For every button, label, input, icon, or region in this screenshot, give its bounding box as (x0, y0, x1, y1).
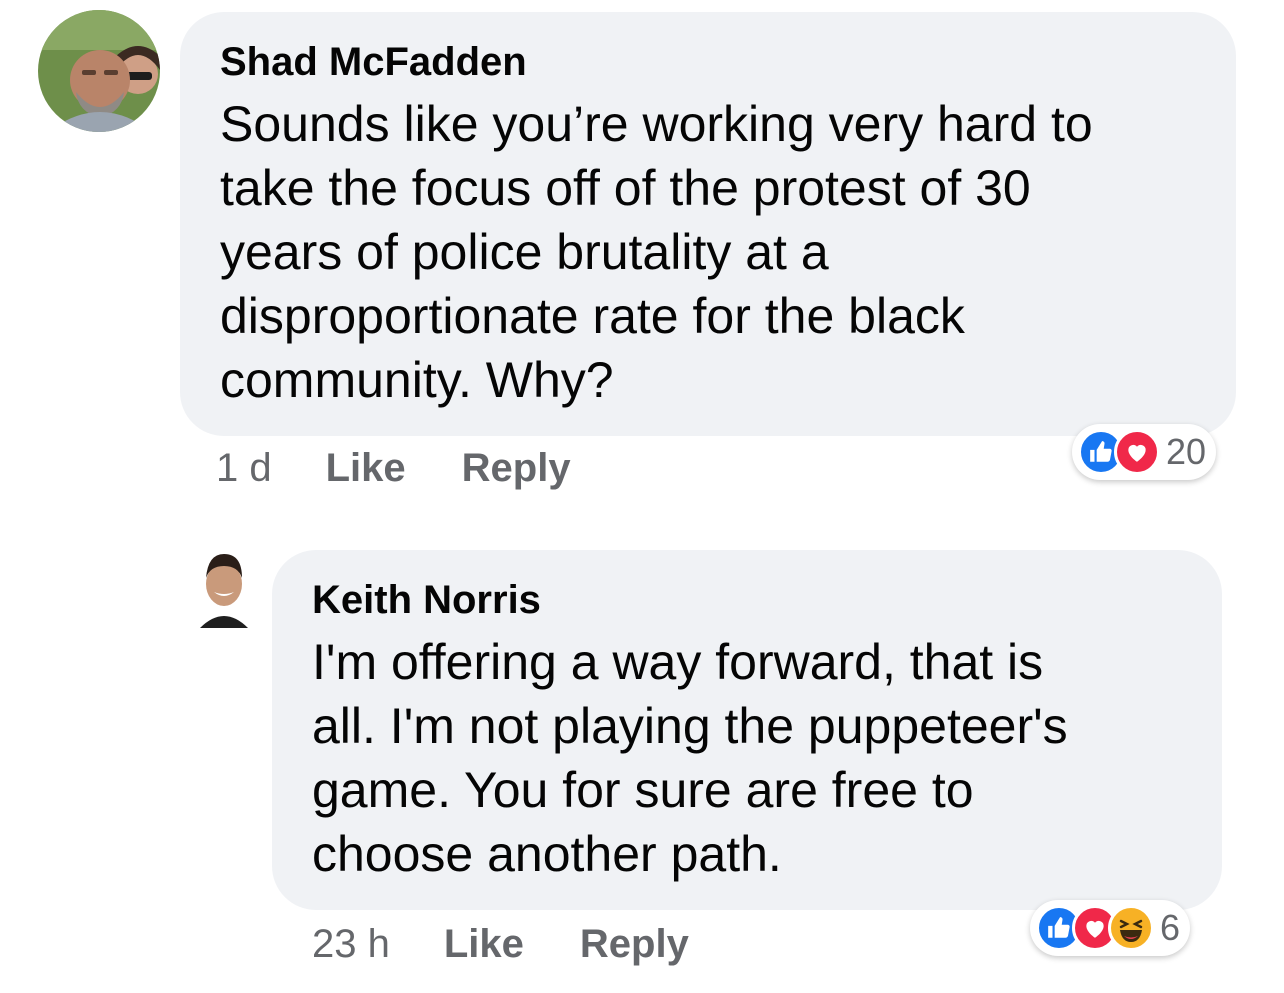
haha-icon (1108, 905, 1154, 951)
comment-actions: 23 h Like Reply (312, 922, 745, 967)
like-button[interactable]: Like (444, 922, 524, 967)
reaction-summary[interactable]: 6 (1030, 900, 1191, 956)
comment-author[interactable]: Keith Norris (312, 576, 1222, 624)
comment-actions: 1 d Like Reply (216, 446, 627, 491)
reaction-count: 20 (1166, 431, 1207, 472)
comment-text-line: years of police brutality at a (220, 224, 829, 280)
reaction-count: 6 (1160, 907, 1181, 948)
comment-text-line: I'm offering a way forward, that is (312, 634, 1044, 690)
comment-text-line: disproportionate rate for the black (220, 288, 965, 344)
comment-timestamp[interactable]: 23 h (312, 922, 390, 967)
comment-text-line: community. Why? (220, 352, 614, 408)
comment-author[interactable]: Shad McFadden (220, 38, 1236, 86)
avatar[interactable] (38, 10, 160, 132)
comment-shad-mcfadden: Shad McFadden Sounds like you’re working… (0, 0, 1284, 500)
comment-text-line: Sounds like you’re working very hard to (220, 96, 1093, 152)
like-button[interactable]: Like (326, 446, 406, 491)
comment-keith-norris: Keith Norris I'm offering a way forward,… (0, 500, 1284, 993)
comment-bubble: Shad McFadden Sounds like you’re working… (180, 12, 1236, 436)
comment-timestamp[interactable]: 1 d (216, 446, 272, 491)
reply-button[interactable]: Reply (580, 922, 689, 967)
love-icon (1114, 429, 1160, 475)
comment-text-line: game. You for sure are free to (312, 762, 974, 818)
comment-text-line: take the focus off of the protest of 30 (220, 160, 1031, 216)
comment-text-line: choose another path. (312, 826, 782, 882)
reaction-summary[interactable]: 20 (1072, 424, 1217, 480)
comment-bubble: Keith Norris I'm offering a way forward,… (272, 550, 1222, 910)
comment-text: Sounds like you’re working very hard to … (220, 92, 1236, 412)
comment-text: I'm offering a way forward, that is all.… (312, 630, 1222, 886)
reply-button[interactable]: Reply (462, 446, 571, 491)
comment-text-line: all. I'm not playing the puppeteer's (312, 698, 1068, 754)
avatar[interactable] (196, 548, 252, 628)
